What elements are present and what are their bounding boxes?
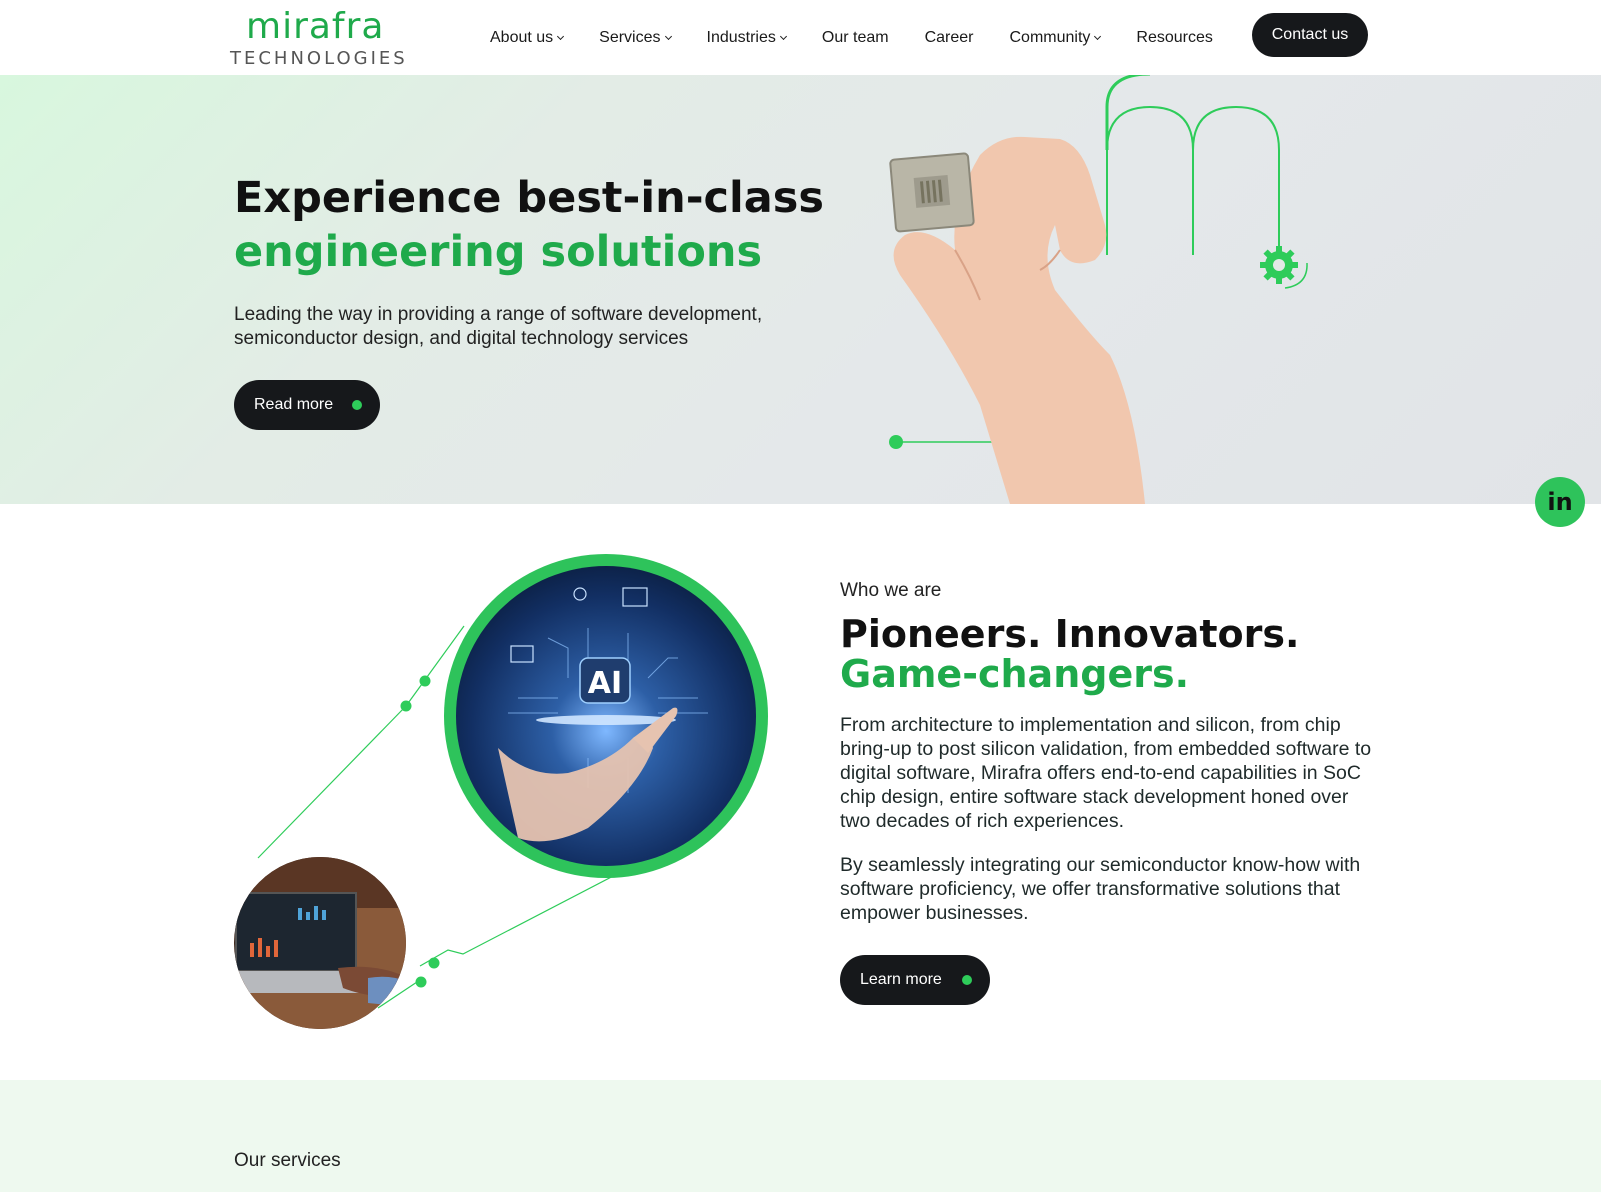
nav-item-our-team[interactable]: Our team <box>822 29 889 47</box>
dot-icon <box>889 435 903 449</box>
about-paragraph-2: By seamlessly integrating our semiconduc… <box>840 854 1361 924</box>
nav-item-career[interactable]: Career <box>925 29 974 47</box>
nav-item-label: About us <box>490 28 554 46</box>
hand-holding-chip-illustration <box>889 75 1308 504</box>
nav-item-label: Services <box>599 28 661 46</box>
nav-item-community[interactable]: Community <box>1009 28 1102 47</box>
who-we-are-illustration: AI <box>234 554 768 1029</box>
about-paragraph-1: From architecture to implementation and … <box>840 714 1372 832</box>
chevron-down-icon <box>557 32 565 41</box>
cpu-chip-icon <box>889 152 975 233</box>
nav-item-label: Industries <box>706 28 776 46</box>
hero-title-line1: Experience best-in-class <box>234 173 824 223</box>
logo-wordmark: mirafra <box>246 6 385 47</box>
hero-section: Experience best-in-class engineering sol… <box>0 75 1601 504</box>
nav-item-label: Our team <box>821 28 889 46</box>
dot-icon <box>352 400 362 410</box>
linkedin-label: in <box>1547 488 1573 516</box>
gear-icon <box>1260 246 1298 284</box>
m-line-art <box>1105 75 1151 150</box>
nav-item-label: Community <box>1009 28 1091 46</box>
who-we-are-label: Who we are <box>840 580 942 601</box>
nav-item-label: Resources <box>1136 28 1213 46</box>
about-heading-line2: Game-changers. <box>840 652 1190 696</box>
site-header: mirafra TECHNOLOGIES About us Services I… <box>0 0 1601 75</box>
about-heading-line1: Pioneers. Innovators. <box>840 612 1300 656</box>
hero-title-line2: engineering solutions <box>234 227 763 277</box>
learn-more-button[interactable]: Learn more <box>840 955 990 1005</box>
nav-item-services[interactable]: Services <box>599 28 672 47</box>
laptop-dashboard-image <box>234 857 406 1029</box>
dot-icon <box>415 976 427 988</box>
our-services-label: Our services <box>234 1150 341 1171</box>
dot-icon <box>400 700 412 712</box>
chevron-down-icon <box>1094 32 1102 41</box>
dot-icon <box>428 957 440 969</box>
dot-icon <box>962 975 972 985</box>
ai-badge-text: AI <box>588 666 622 701</box>
services-section: Our services <box>0 1080 1601 1192</box>
chevron-down-icon <box>779 32 787 41</box>
linkedin-icon[interactable]: in <box>1535 477 1585 527</box>
ai-hand-image: AI <box>444 554 768 878</box>
nav-item-label: Career <box>924 28 974 46</box>
nav-item-industries[interactable]: Industries <box>706 28 787 47</box>
mirafra-logo[interactable]: mirafra TECHNOLOGIES <box>228 6 405 70</box>
read-more-button[interactable]: Read more <box>234 380 380 430</box>
nav-item-about-us[interactable]: About us <box>490 28 565 47</box>
read-more-label: Read more <box>254 396 334 413</box>
chevron-down-icon <box>664 32 672 41</box>
contact-us-button[interactable]: Contact us <box>1252 13 1368 57</box>
m-line-art <box>1106 105 1280 255</box>
dot-icon <box>419 675 431 687</box>
logo-subtitle: TECHNOLOGIES <box>230 48 408 69</box>
learn-more-label: Learn more <box>860 971 942 988</box>
main-nav: About us Services Industries Our team Ca… <box>490 0 1249 75</box>
hero-subtitle: Leading the way in providing a range of … <box>234 304 763 349</box>
nav-item-resources[interactable]: Resources <box>1136 29 1212 47</box>
